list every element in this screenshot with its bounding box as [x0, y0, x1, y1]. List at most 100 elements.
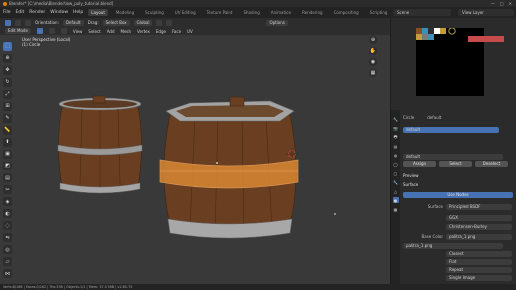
- surface-shader-field[interactable]: Principled BSDF: [446, 203, 512, 210]
- menu-edge[interactable]: Edge: [156, 29, 166, 34]
- zoom-icon[interactable]: ⊕: [369, 36, 377, 44]
- edge-slide-tool-icon[interactable]: ⇋: [3, 233, 12, 243]
- base-color-field[interactable]: palitra_1.png: [446, 233, 512, 240]
- inset-tool-icon[interactable]: ▣: [3, 149, 12, 159]
- material-slot-item[interactable]: default: [403, 126, 499, 133]
- orientation-dropdown[interactable]: Default: [62, 19, 84, 26]
- menu-face[interactable]: Face: [172, 29, 181, 34]
- image-datablock-field[interactable]: palitra_1.png: [403, 242, 503, 249]
- scene-tab-icon[interactable]: ◍: [393, 152, 399, 158]
- select-button[interactable]: Select: [439, 160, 472, 167]
- minimize-button[interactable]: —: [491, 1, 495, 6]
- scene-selector[interactable]: Scene: [393, 9, 451, 16]
- move-tool-icon[interactable]: ✥: [3, 65, 12, 75]
- annotate-tool-icon[interactable]: ✎: [3, 113, 12, 123]
- menu-file[interactable]: File: [3, 10, 11, 15]
- material-name-field[interactable]: default: [403, 153, 503, 160]
- mode-icon-2[interactable]: [25, 19, 31, 26]
- object-tab-icon[interactable]: ▢: [393, 170, 399, 176]
- surface-shader-row: Surface Principled BSDF: [403, 203, 514, 210]
- cursor-tool-icon[interactable]: ⊕: [3, 53, 12, 63]
- scale-tool-icon[interactable]: ⤢: [3, 89, 12, 99]
- menu-select[interactable]: Select: [88, 29, 100, 34]
- transform-orientation-dropdown[interactable]: Global: [133, 19, 153, 26]
- use-nodes-button[interactable]: Use Nodes: [403, 191, 513, 198]
- tab-scripting[interactable]: Scripting: [367, 9, 391, 16]
- drag-label: Drag:: [87, 20, 99, 25]
- shrink-tool-icon[interactable]: ◎: [3, 245, 12, 255]
- deselect-button[interactable]: Deselect: [475, 160, 508, 167]
- loop-cut-tool-icon[interactable]: ▤: [3, 173, 12, 183]
- select-box-tool-icon[interactable]: ⬚: [3, 42, 12, 51]
- tab-animation[interactable]: Animation: [268, 9, 294, 16]
- menu-edit[interactable]: Edit: [16, 10, 25, 15]
- spin-tool-icon[interactable]: ◐: [3, 209, 12, 219]
- viewport-menu-header: Edit Mode View Select Add Mesh Vertex Ed…: [0, 27, 390, 35]
- mode-icon[interactable]: [15, 19, 21, 26]
- tab-compositing[interactable]: Compositing: [331, 9, 362, 16]
- extension-dropdown[interactable]: Repeat: [446, 266, 512, 273]
- snap-icon[interactable]: [156, 19, 163, 26]
- interpolation-dropdown[interactable]: Closest: [446, 250, 512, 257]
- tab-uv-editing[interactable]: UV Editing: [172, 9, 199, 16]
- vertex-select-icon[interactable]: [36, 28, 43, 34]
- view-layer-tab-icon[interactable]: ▤: [393, 143, 399, 149]
- mode-dropdown[interactable]: Edit Mode: [5, 28, 31, 34]
- knife-tool-icon[interactable]: ✂: [3, 185, 12, 195]
- texture-tab-icon[interactable]: ▦: [393, 206, 399, 212]
- edge-select-icon[interactable]: [48, 28, 55, 34]
- orientation-label: Orientation:: [35, 20, 59, 25]
- smooth-tool-icon[interactable]: ◌: [3, 221, 12, 231]
- tab-modeling[interactable]: Modeling: [113, 9, 137, 16]
- render-tab-icon[interactable]: 📷: [393, 125, 399, 131]
- rip-tool-icon[interactable]: ⋈: [3, 269, 12, 279]
- tab-texture-paint[interactable]: Texture Paint: [204, 9, 236, 16]
- options-dropdown[interactable]: Options: [266, 19, 288, 26]
- tab-shading[interactable]: Shading: [240, 9, 262, 16]
- extrude-tool-icon[interactable]: ⬆: [3, 137, 12, 147]
- surface-section-header[interactable]: Surface: [403, 181, 514, 188]
- world-tab-icon[interactable]: ◯: [393, 161, 399, 167]
- select-mode-icon[interactable]: [5, 19, 11, 26]
- tab-sculpting[interactable]: Sculpting: [142, 9, 167, 16]
- close-button[interactable]: ✕: [509, 1, 512, 6]
- drag-dropdown[interactable]: Select Box: [102, 19, 130, 26]
- menu-window[interactable]: Window: [50, 10, 68, 15]
- tool-tab-icon[interactable]: 🔧: [393, 116, 399, 122]
- modifier-tab-icon[interactable]: 🔧: [393, 179, 399, 185]
- menu-help[interactable]: Help: [73, 10, 83, 15]
- projection-dropdown[interactable]: Flat: [446, 258, 512, 265]
- view-layer-selector[interactable]: View Layer: [458, 9, 514, 16]
- menu-uv[interactable]: UV: [187, 29, 193, 34]
- menu-mesh[interactable]: Mesh: [121, 29, 132, 34]
- distribution-dropdown[interactable]: GGX: [446, 214, 512, 221]
- shear-tool-icon[interactable]: ▱: [3, 257, 12, 267]
- measure-tool-icon[interactable]: 📏: [3, 125, 12, 135]
- tab-rendering[interactable]: Rendering: [299, 9, 325, 16]
- source-dropdown[interactable]: Single Image: [446, 274, 512, 281]
- image-datablock-row: palitra_1.png: [403, 242, 514, 249]
- menu-vertex[interactable]: Vertex: [137, 29, 150, 34]
- assign-button[interactable]: Assign: [403, 160, 436, 167]
- menu-add[interactable]: Add: [107, 29, 115, 34]
- transform-tool-icon[interactable]: ⊞: [3, 101, 12, 111]
- preview-section-header[interactable]: Preview: [403, 172, 514, 179]
- proportional-edit-icon[interactable]: [166, 19, 173, 26]
- menu-view[interactable]: View: [73, 29, 83, 34]
- subsurface-method-dropdown[interactable]: Christensen-Burley: [446, 223, 512, 230]
- rotate-tool-icon[interactable]: ↻: [3, 77, 12, 87]
- face-select-icon[interactable]: [60, 28, 67, 34]
- barrel-models[interactable]: [0, 35, 390, 284]
- pan-hand-icon[interactable]: ✋: [369, 47, 377, 55]
- poly-build-tool-icon[interactable]: ◈: [3, 197, 12, 207]
- menu-render[interactable]: Render: [29, 10, 45, 15]
- maximize-button[interactable]: □: [500, 1, 504, 6]
- data-tab-icon[interactable]: △: [393, 188, 399, 194]
- tab-layout[interactable]: Layout: [88, 9, 108, 16]
- grid-icon[interactable]: ▦: [369, 69, 377, 77]
- camera-icon[interactable]: ◉: [369, 58, 377, 66]
- bevel-tool-icon[interactable]: ◩: [3, 161, 12, 171]
- output-tab-icon[interactable]: 🖶: [393, 134, 399, 140]
- navigation-gizmo: ⊕ ✋ ◉ ▦: [360, 36, 386, 96]
- material-tab-icon[interactable]: ●: [392, 197, 399, 203]
